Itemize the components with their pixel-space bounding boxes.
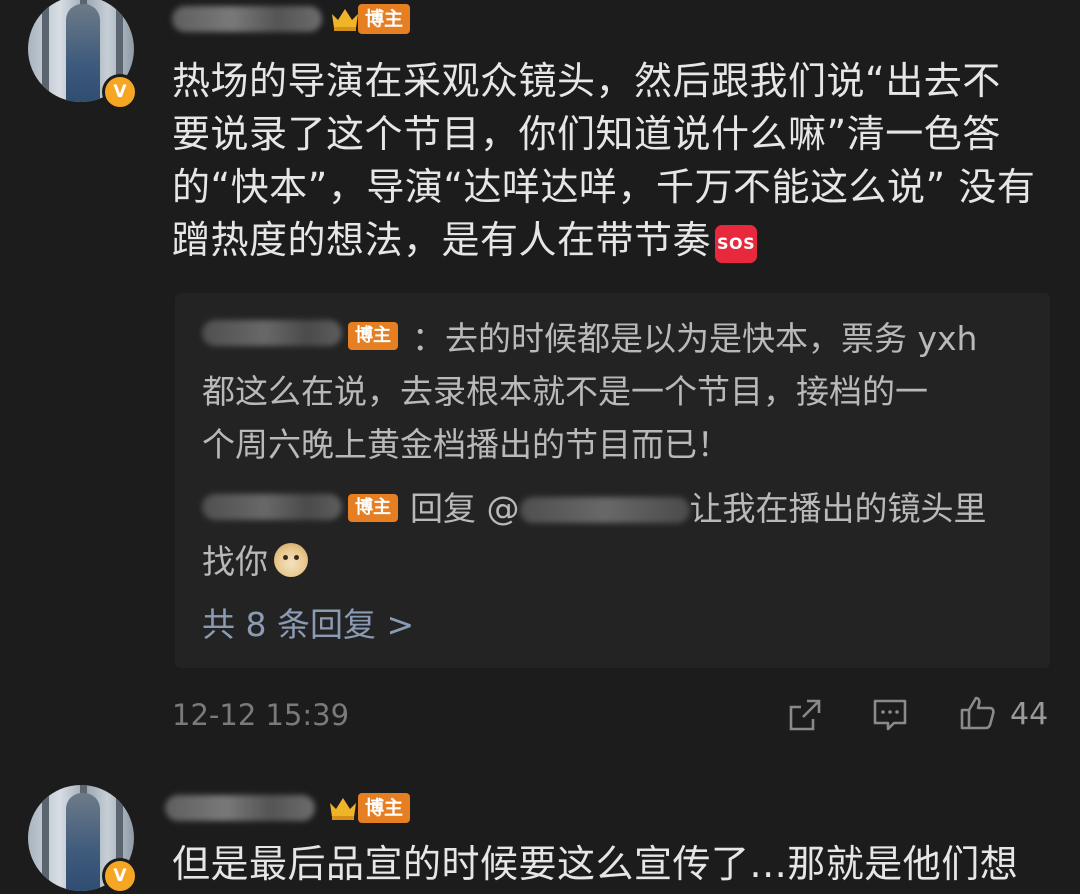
sos-emoji-icon: SOS [715, 225, 758, 263]
crown-icon [330, 798, 356, 820]
username[interactable] [165, 795, 315, 821]
username[interactable] [172, 6, 322, 32]
reply-line-text: ：去的时候都是以为是快本，票务 yxh [412, 319, 978, 358]
comment-text: 热场的导演在采观众镜头，然后跟我们说“出去不 要说录了这个节目，你们知道说什么嘛… [172, 55, 1062, 267]
comment-line: 的“快本”，导演“达咩达咩，千万不能这么说” 没有 [172, 165, 1036, 209]
reply-line: 个周六晚上黄金档播出的节目而已！ [202, 425, 730, 464]
comment-text: 但是最后品宣的时候要这么宣传了...那就是他们想 [172, 838, 1062, 891]
comment-icon[interactable] [870, 695, 910, 735]
like-icon[interactable] [958, 693, 998, 733]
crown-icon [332, 9, 358, 31]
blogger-tag: 博主 [358, 4, 411, 34]
blogger-tag: 博主 [358, 793, 411, 823]
reply-line: ：去的时候都是以为是快本，票务 yxh [202, 312, 1032, 365]
reply-line-text: 找你 [202, 542, 268, 581]
reply-text: ：去的时候都是以为是快本，票务 yxh 都这么在说，去录根本就不是一个节目，接档… [202, 312, 1032, 471]
comment-line: 热场的导演在采观众镜头，然后跟我们说“出去不 [172, 59, 1001, 103]
more-replies-link[interactable]: 共 8 条回复 > [202, 600, 414, 650]
verified-badge-icon: V [102, 74, 138, 110]
reply-text: 回复 @ 让我在播出的镜头里 找你 [202, 482, 1032, 588]
comment-line: 蹭热度的想法，是有人在带节奏 SOS [172, 214, 1062, 267]
weibo-comment-thread: V 博主 热场的导演在采观众镜头，然后跟我们说“出去不 要说录了这个节目，你们知… [0, 0, 1080, 894]
timestamp: 12-12 15:39 [172, 698, 350, 732]
reply-line-text: 让我在播出的镜头里 [689, 489, 987, 528]
like-count: 44 [1010, 697, 1049, 732]
reply-line: 找你 [202, 535, 1032, 588]
reply-line: 都这么在说，去录根本就不是一个节目，接档的一 [202, 372, 928, 411]
reply-line: 回复 @ 让我在播出的镜头里 [202, 482, 1032, 535]
comment-line-text: 蹭热度的想法，是有人在带节奏 [172, 218, 712, 262]
doge-emoji-icon [274, 543, 308, 577]
comment-line: 但是最后品宣的时候要这么宣传了...那就是他们想 [172, 842, 1019, 886]
reply-prefix: 回复 @ [410, 489, 520, 528]
mention-username[interactable] [519, 497, 690, 523]
verified-badge-icon: V [102, 858, 138, 894]
share-icon[interactable] [785, 695, 825, 735]
comment-line: 要说录了这个节目，你们知道说什么嘛”清一色答 [172, 112, 1001, 156]
